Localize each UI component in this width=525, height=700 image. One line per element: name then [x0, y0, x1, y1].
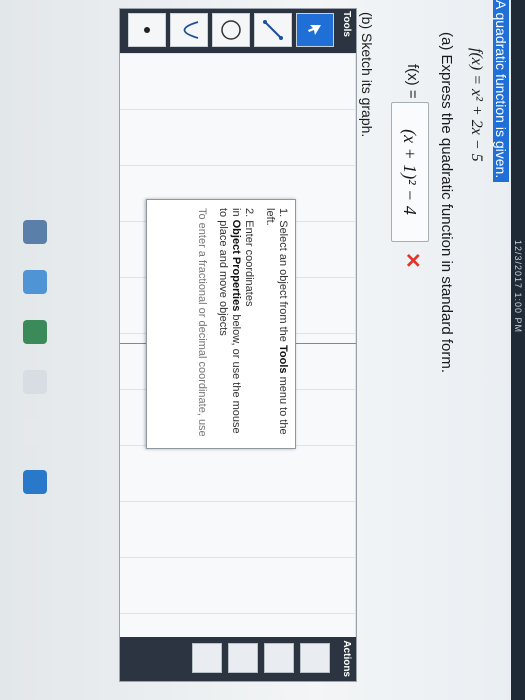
- fx-label: f(x) =: [404, 64, 421, 99]
- actions-panel: Actions: [120, 637, 356, 681]
- pointer-icon: [308, 25, 321, 35]
- reset-button[interactable]: [192, 643, 222, 673]
- app-icon[interactable]: [23, 220, 47, 244]
- function-formula: f(x) = x² + 2x − 5: [468, 48, 485, 162]
- step-2: 2. Enter coordinates in Object Propertie…: [217, 208, 255, 434]
- step-1: 1. Select an object from the Tools menu …: [264, 208, 289, 435]
- line-tool[interactable]: [254, 13, 292, 47]
- instructions-tooltip: 1. Select an object from the Tools menu …: [146, 199, 296, 449]
- tools-title: Tools: [341, 11, 352, 37]
- taskbar: [15, 200, 55, 620]
- circle-icon: [221, 20, 241, 40]
- parabola-icon: [183, 21, 199, 39]
- pointer-tool[interactable]: [296, 13, 334, 47]
- part-b-prompt: (b) Sketch its graph.: [359, 12, 375, 138]
- problem-title: A quadratic function is given.: [493, 0, 509, 183]
- point-tool[interactable]: [128, 13, 166, 47]
- arrow-icon[interactable]: [23, 370, 47, 394]
- answer-input[interactable]: (x + 1)² − 4: [391, 102, 429, 242]
- store-icon[interactable]: [23, 420, 47, 444]
- screen: 12/3/2017 1:00 PM A quadratic function i…: [0, 0, 525, 700]
- graph-tool: Tools Actions 1. Select an object from t…: [119, 8, 357, 682]
- tools-panel: Tools: [120, 9, 356, 53]
- browser-icon[interactable]: [23, 470, 47, 494]
- app-icon[interactable]: [23, 320, 47, 344]
- top-strip: 12/3/2017 1:00 PM: [511, 0, 525, 700]
- actions-title: Actions: [341, 640, 352, 677]
- point-icon: [144, 27, 150, 33]
- step-3: To enter a fractional or decimal coordin…: [196, 208, 208, 437]
- circle-tool[interactable]: [212, 13, 250, 47]
- part-a-prompt: (a) Express the quadratic function in st…: [438, 32, 455, 374]
- incorrect-icon: ✕: [401, 252, 423, 269]
- delete-button[interactable]: [228, 643, 258, 673]
- clock: 12/3/2017 1:00 PM: [513, 240, 523, 334]
- undo-button[interactable]: [300, 643, 330, 673]
- redo-button[interactable]: [264, 643, 294, 673]
- line-icon: [263, 20, 283, 40]
- app-icon[interactable]: [23, 270, 47, 294]
- parabola-tool[interactable]: [170, 13, 208, 47]
